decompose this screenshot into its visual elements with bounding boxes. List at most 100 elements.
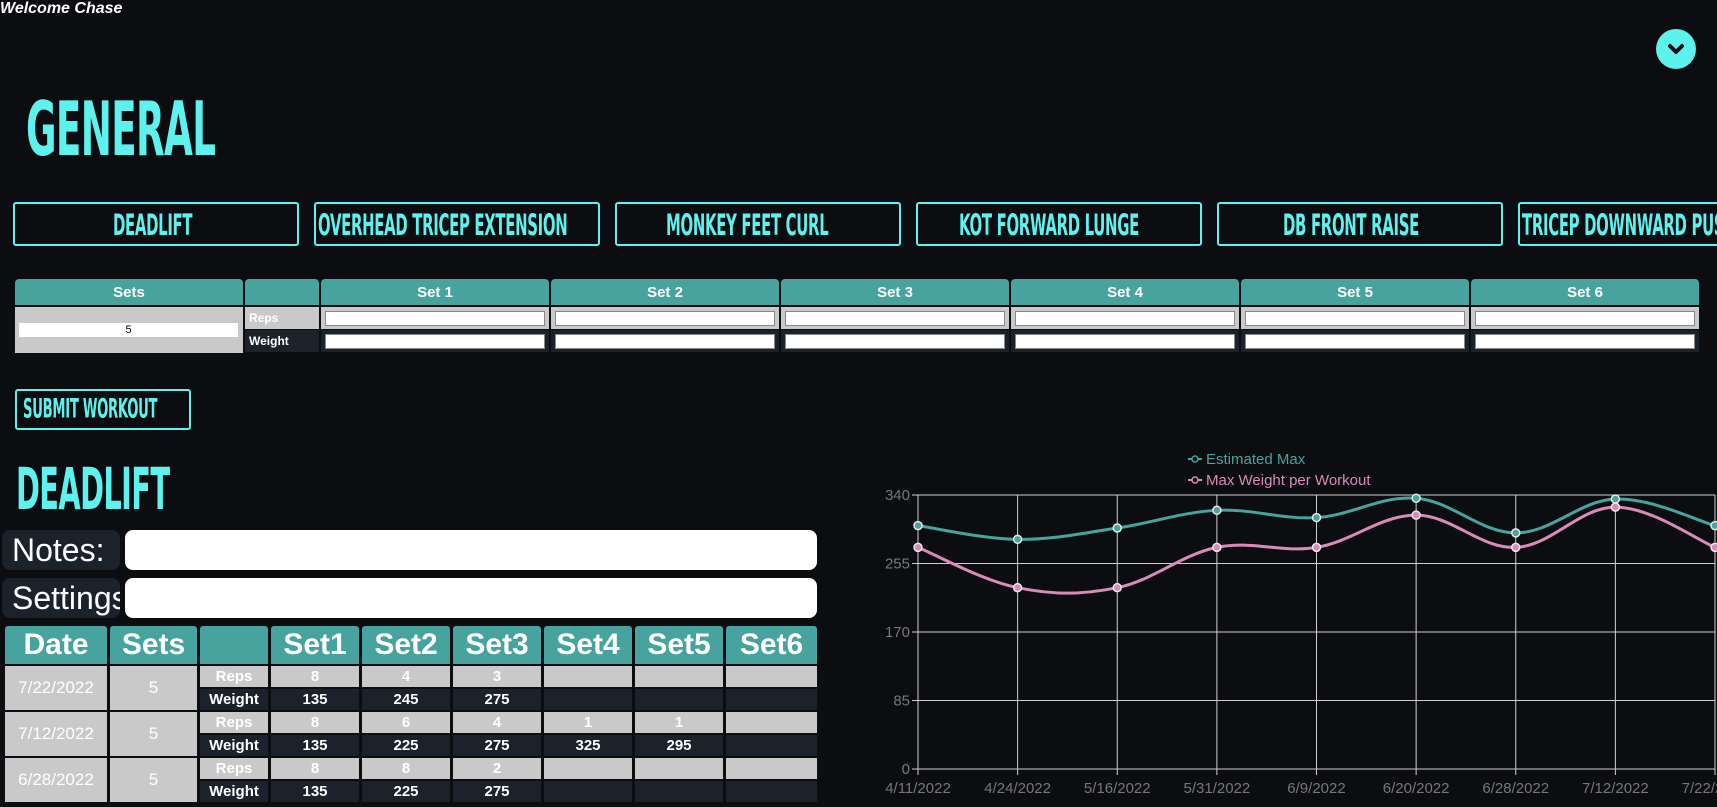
page-title: GENERAL [26, 86, 216, 174]
exercise-button-tricep-downward-push[interactable]: TRICEP DOWNWARD PUSH [1518, 202, 1717, 246]
data-point[interactable] [1212, 542, 1222, 553]
set-3-weight-input[interactable] [785, 334, 1005, 349]
data-point[interactable] [1511, 528, 1521, 538]
progress-chart: Estimated Max Max Weight per Workout 0 85 1… [870, 445, 1717, 802]
notes-input[interactable] [125, 530, 817, 570]
set-4-reps-input[interactable] [1015, 311, 1235, 326]
progress-chart-svg: Estimated Max Max Weight per Workout 0 85 1… [885, 451, 1717, 797]
y-tick-label: 85 [893, 693, 910, 710]
set-1-weight-input[interactable] [325, 334, 545, 349]
sets-input[interactable] [19, 323, 238, 337]
set-6-weight-input[interactable] [1475, 334, 1695, 349]
header-blank [245, 279, 319, 305]
submit-workout-label: SUBMIT WORKOUT [23, 394, 158, 425]
set-5-reps-input[interactable] [1245, 311, 1465, 326]
x-tick-label: 5/16/2022 [1084, 780, 1151, 797]
set-3-weight-cell [781, 330, 1009, 352]
data-point[interactable] [1311, 512, 1322, 523]
x-tick-label: 6/9/2022 [1287, 780, 1345, 797]
history-reps-value: 6 [362, 712, 450, 733]
exercise-button-kot-forward-lunge[interactable]: KOT FORWARD LUNGE [916, 202, 1202, 246]
data-point[interactable] [1012, 582, 1023, 593]
set-1-reps-cell [321, 307, 549, 329]
history-weight-label: Weight [200, 735, 268, 756]
legend-label[interactable]: Estimated Max [1206, 451, 1306, 468]
exercise-tabs: DEADLIFT OVERHEAD TRICEP EXTENSION MONKE… [13, 202, 1717, 247]
history-reps-value [726, 758, 817, 779]
exercise-button-label: DB FRONT RAISE [1283, 207, 1419, 243]
history-weight-label: Weight [200, 689, 268, 710]
y-tick-label: 255 [885, 556, 910, 573]
set-1-reps-input[interactable] [325, 311, 545, 326]
set-5-weight-input[interactable] [1245, 334, 1465, 349]
history-reps-value: 8 [271, 758, 359, 779]
data-point[interactable] [913, 520, 923, 531]
set-3-reps-input[interactable] [785, 311, 1005, 326]
history-reps-value: 8 [271, 666, 359, 687]
history-reps-value: 8 [362, 758, 450, 779]
data-point[interactable] [1112, 523, 1122, 533]
history-weight-value: 245 [362, 689, 450, 710]
chart-legend[interactable]: Estimated Max Max Weight per Workout [1188, 451, 1371, 489]
data-point[interactable] [1311, 542, 1322, 553]
y-tick-label: 0 [902, 761, 910, 778]
data-point[interactable] [1610, 494, 1621, 504]
history-sets: 5 [110, 758, 197, 802]
set-6-reps-input[interactable] [1475, 311, 1695, 326]
set-2-weight-input[interactable] [555, 334, 775, 349]
data-point[interactable] [1411, 493, 1421, 503]
reps-row-label: Reps [245, 307, 319, 329]
history-date: 6/28/2022 [5, 758, 107, 802]
menu-toggle-button[interactable] [1656, 29, 1696, 69]
exercise-button-monkey-feet-curl[interactable]: MONKEY FEET CURL [615, 202, 901, 246]
history-header-set4: Set4 [544, 626, 632, 664]
header-sets: Sets [15, 279, 243, 305]
history-reps-value: 4 [453, 712, 541, 733]
history-reps-value [544, 666, 632, 687]
history-weight-value: 275 [453, 781, 541, 802]
history-date: 7/22/2022 [5, 666, 107, 710]
x-tick-label: 6/28/2022 [1482, 780, 1549, 797]
x-tick-label: 7/12/2022 [1582, 780, 1649, 797]
history-weight-value: 275 [453, 735, 541, 756]
data-point[interactable] [1710, 520, 1717, 531]
set-5-reps-cell [1241, 307, 1469, 329]
history-reps-value: 1 [635, 712, 723, 733]
y-tick-label: 340 [885, 487, 910, 504]
exercise-button-label: KOT FORWARD LUNGE [959, 207, 1139, 243]
data-point[interactable] [1710, 542, 1717, 553]
history-reps-value [726, 666, 817, 687]
chart-grid [912, 494, 1716, 775]
history-header-set6: Set6 [726, 626, 817, 664]
data-point[interactable] [1411, 510, 1421, 520]
set-2-weight-cell [551, 330, 779, 352]
history-reps-value: 3 [453, 666, 541, 687]
settings-input[interactable] [125, 578, 817, 618]
history-header-set2: Set2 [362, 626, 450, 664]
header-set-2: Set 2 [551, 279, 779, 305]
history-weight-value: 325 [544, 735, 632, 756]
set-4-weight-input[interactable] [1015, 334, 1235, 349]
data-point[interactable] [1610, 502, 1621, 512]
legend-label[interactable]: Max Weight per Workout [1206, 472, 1371, 489]
exercise-button-deadlift[interactable]: DEADLIFT [13, 202, 299, 246]
weight-row-label: Weight [245, 330, 319, 352]
history-sets: 5 [110, 712, 197, 756]
x-tick-label: 4/11/2022 [885, 780, 951, 797]
data-point[interactable] [1511, 542, 1521, 553]
header-set-3: Set 3 [781, 279, 1009, 305]
header-set-4: Set 4 [1011, 279, 1239, 305]
data-point[interactable] [1212, 505, 1222, 516]
exercise-button-db-front-raise[interactable]: DB FRONT RAISE [1217, 202, 1503, 246]
set-2-reps-input[interactable] [555, 311, 775, 326]
data-point[interactable] [1012, 534, 1023, 545]
submit-workout-button[interactable]: SUBMIT WORKOUT [15, 389, 191, 430]
exercise-button-overhead-tricep-extension[interactable]: OVERHEAD TRICEP EXTENSION [314, 202, 600, 246]
data-point[interactable] [913, 542, 923, 553]
set-4-reps-cell [1011, 307, 1239, 329]
data-point[interactable] [1112, 582, 1122, 593]
history-weight-value: 275 [453, 689, 541, 710]
history-weight-value: 135 [271, 735, 359, 756]
history-reps-value [635, 758, 723, 779]
history-reps-value: 1 [544, 712, 632, 733]
